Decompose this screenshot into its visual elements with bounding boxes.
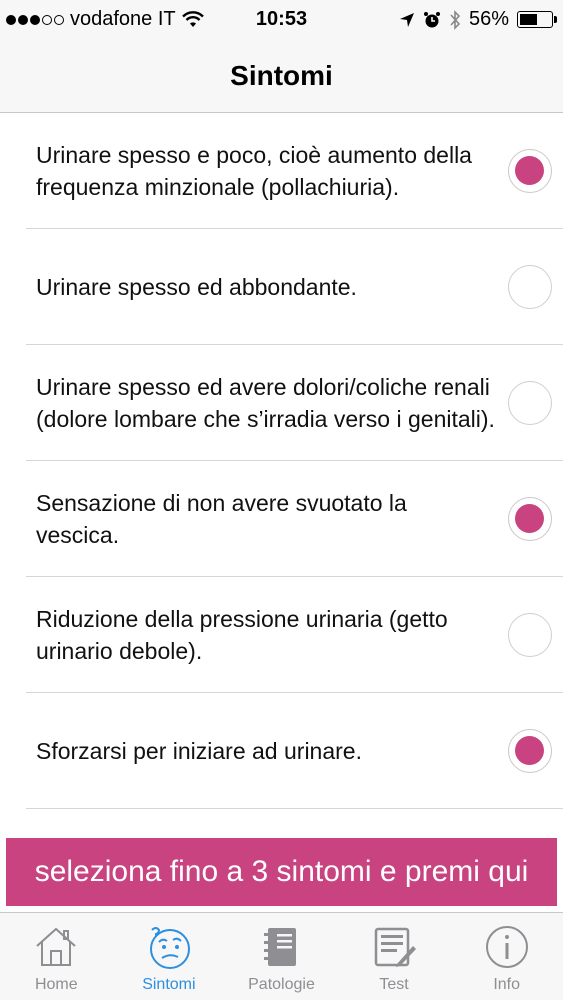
- tab-label: Patologie: [248, 976, 315, 993]
- tab-patologie[interactable]: Patologie: [225, 913, 338, 1000]
- battery-icon: [517, 11, 557, 28]
- symptom-radio[interactable]: [508, 613, 552, 657]
- tab-label: Home: [34, 976, 78, 993]
- symptom-row[interactable]: Urinare spesso ed avere dolori/coliche r…: [0, 345, 563, 461]
- symptom-label: Sensazione di non avere svuotato la vesc…: [36, 490, 407, 548]
- clipboard-pencil-icon: [374, 927, 417, 967]
- tab-bar: Home Sintomi Patologie Test Info: [0, 912, 563, 1000]
- symptom-radio[interactable]: [508, 497, 552, 541]
- symptom-radio[interactable]: [508, 265, 552, 309]
- symptom-row[interactable]: Sforzarsi per iniziare ad urinare.: [0, 693, 563, 809]
- symptom-label: Urinare spesso e poco, cioè aumento dell…: [36, 142, 472, 200]
- tab-home[interactable]: Home: [0, 913, 113, 1000]
- symptom-radio[interactable]: [508, 729, 552, 773]
- house-icon: [36, 927, 76, 966]
- tab-test[interactable]: Test: [338, 913, 451, 1000]
- navigation-bar: Sintomi: [0, 40, 563, 113]
- tab-label: Sintomi: [142, 976, 196, 993]
- symptom-label: Urinare spesso ed avere dolori/coliche r…: [36, 374, 495, 432]
- tab-label: Info: [493, 976, 521, 993]
- tab-label: Test: [379, 976, 409, 993]
- info-icon: [485, 926, 528, 968]
- status-right: 56%: [399, 8, 557, 31]
- symptom-radio[interactable]: [508, 149, 552, 193]
- battery-percent: 56%: [468, 8, 509, 30]
- symptom-row[interactable]: Urinare spesso e poco, cioè aumento dell…: [0, 113, 563, 229]
- symptom-label: Urinare spesso ed abbondante.: [36, 274, 357, 300]
- confused-face-icon: [149, 927, 190, 969]
- alarm-clock-icon: [423, 11, 440, 27]
- symptom-list: Urinare spesso e poco, cioè aumento dell…: [0, 113, 563, 809]
- bluetooth-icon: [450, 9, 461, 30]
- tab-sintomi[interactable]: Sintomi: [113, 913, 226, 1000]
- submit-symptoms-button[interactable]: seleziona fino a 3 sintomi e premi qui: [6, 838, 557, 906]
- status-bar: vodafone IT 10:53 56%: [0, 0, 563, 40]
- symptom-row[interactable]: Riduzione della pressione urinaria (gett…: [0, 577, 563, 693]
- symptom-row[interactable]: Sensazione di non avere svuotato la vesc…: [0, 461, 563, 577]
- page-title: Sintomi: [230, 60, 333, 91]
- symptom-label: Sforzarsi per iniziare ad urinare.: [36, 738, 362, 764]
- symptom-label: Riduzione della pressione urinaria (gett…: [36, 606, 448, 664]
- location-arrow-icon: [399, 12, 414, 27]
- symptom-row[interactable]: Urinare spesso ed abbondante.: [0, 229, 563, 345]
- notebook-icon: [264, 928, 297, 966]
- symptom-radio[interactable]: [508, 381, 552, 425]
- tab-info[interactable]: Info: [450, 913, 563, 1000]
